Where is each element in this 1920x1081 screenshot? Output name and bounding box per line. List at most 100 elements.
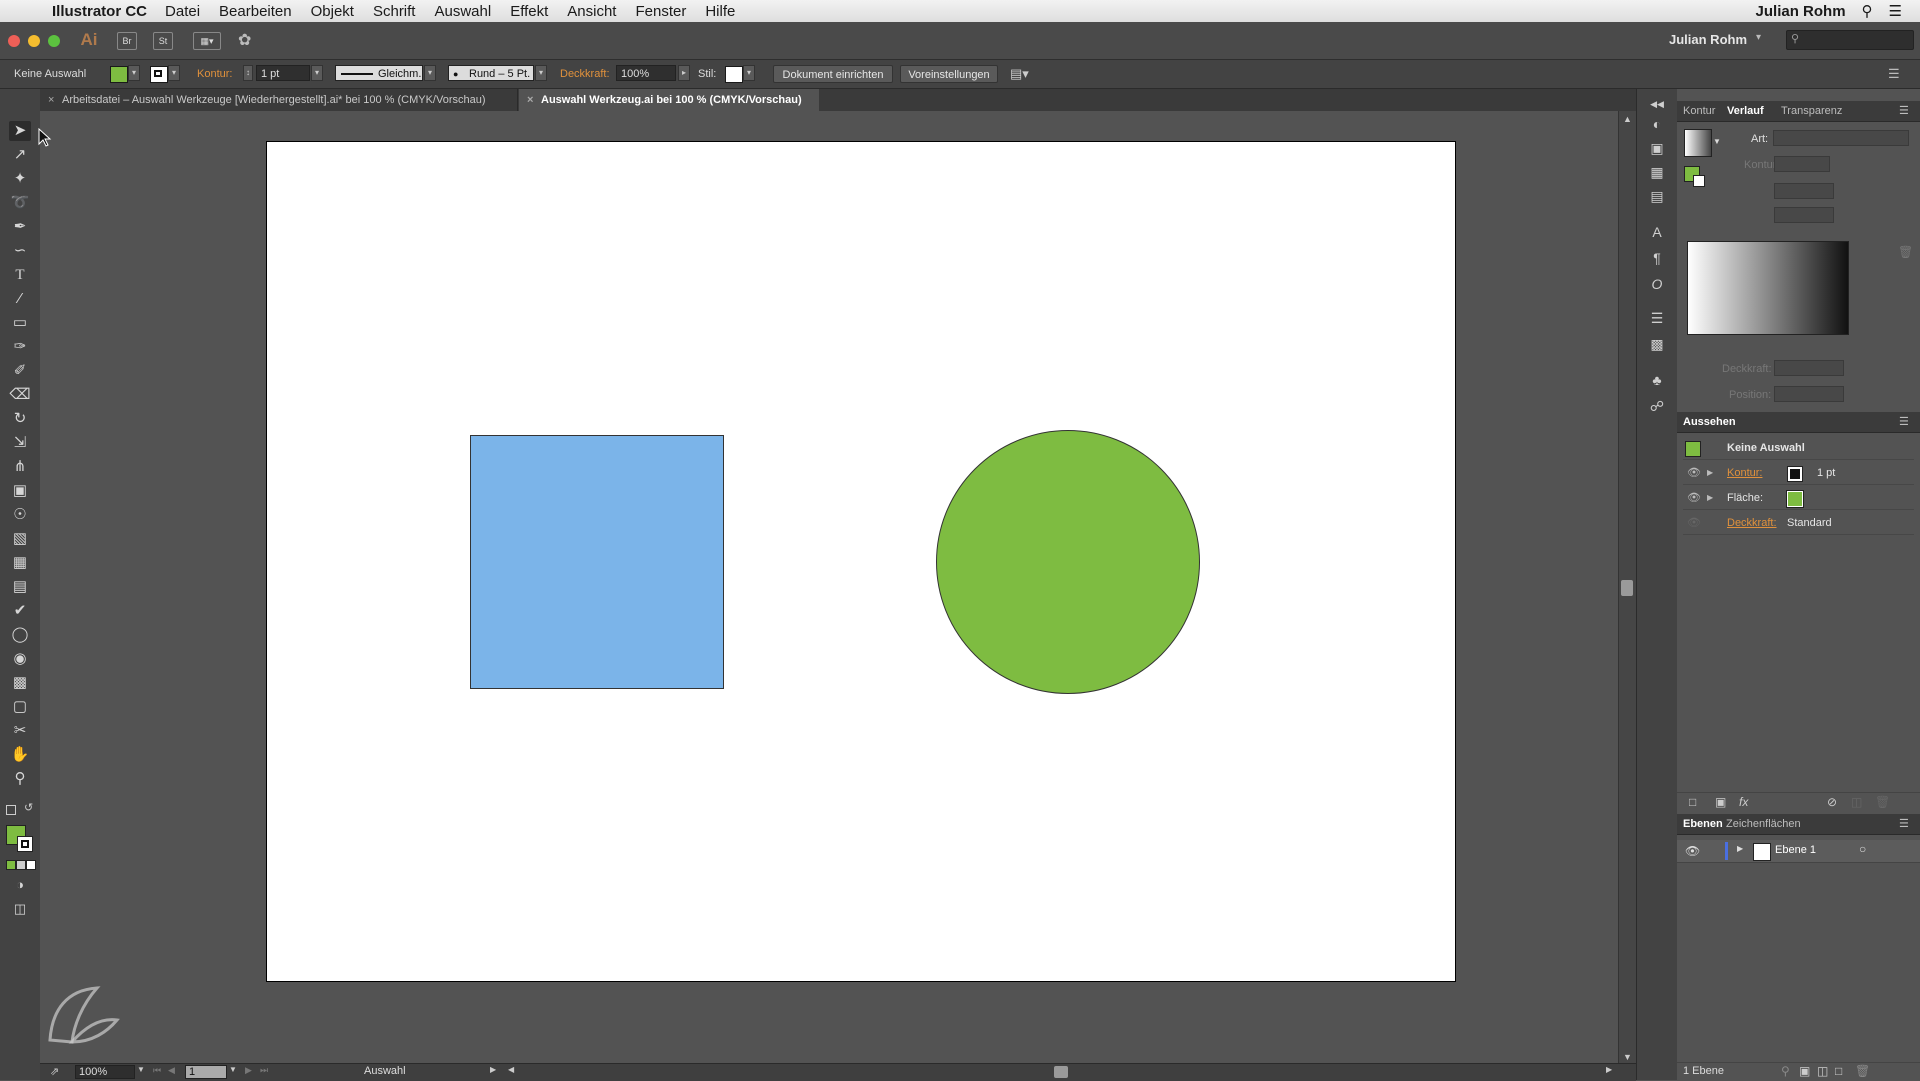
fill-swatch[interactable] — [110, 66, 128, 83]
new-sublayer-icon[interactable]: ◫ — [1817, 1064, 1828, 1078]
status-menu-arrow-icon[interactable]: ▶ — [490, 1065, 496, 1074]
perspective-grid-tool-icon[interactable]: ▧ — [9, 529, 31, 549]
layer-row[interactable]: 👁 ▶ Ebene 1 ○ — [1677, 840, 1920, 863]
graphic-style-swatch[interactable] — [725, 66, 743, 83]
artboard-tool-icon[interactable]: ▢ — [9, 697, 31, 717]
first-artboard-icon[interactable]: ⏮ — [153, 1065, 161, 1076]
menu-hilfe[interactable]: Hilfe — [705, 3, 735, 20]
brushes-panel-icon[interactable]: ▤ — [1647, 187, 1667, 205]
menu-ansicht[interactable]: Ansicht — [567, 3, 616, 20]
stock-button[interactable]: St — [153, 32, 173, 50]
share-icon[interactable]: ⇗ — [50, 1065, 59, 1078]
horizontal-scroll-thumb[interactable] — [1054, 1066, 1068, 1078]
expand-arrow-icon[interactable]: ▶ — [1707, 462, 1713, 484]
workspace-switcher[interactable]: Julian Rohm — [1669, 32, 1747, 47]
line-segment-tool-icon[interactable]: ⁄ — [9, 289, 31, 309]
swatches-panel-icon[interactable]: ▦ — [1647, 163, 1667, 181]
expand-arrow-icon[interactable]: ▶ — [1707, 487, 1713, 509]
appearance-opacity-label[interactable]: Deckkraft: — [1727, 512, 1777, 534]
slice-tool-icon[interactable]: ✂ — [9, 721, 31, 741]
tab-ebenen[interactable]: Ebenen — [1683, 814, 1723, 834]
current-tool-status[interactable]: Auswahl — [364, 1065, 406, 1077]
gradient-aspect-field[interactable] — [1774, 207, 1834, 223]
free-transform-tool-icon[interactable]: ▣ — [9, 481, 31, 501]
gradient-slider[interactable] — [1687, 241, 1849, 335]
visibility-eye-icon[interactable]: 👁 — [1687, 512, 1701, 534]
color-guide-icon[interactable]: ▣ — [1647, 139, 1667, 157]
gradient-position-field[interactable] — [1774, 386, 1844, 402]
panel-menu-icon[interactable]: ☰ — [1888, 66, 1900, 82]
scroll-up-icon[interactable]: ▲ — [1623, 114, 1632, 124]
pen-tool-icon[interactable]: ✒ — [9, 217, 31, 237]
app-menu[interactable]: Illustrator CC — [52, 3, 147, 20]
magic-wand-tool-icon[interactable]: ✦ — [9, 169, 31, 189]
color-mode-icon[interactable] — [6, 860, 16, 870]
shape-builder-tool-icon[interactable]: ☉ — [9, 505, 31, 525]
visibility-eye-icon[interactable]: 👁 — [1685, 844, 1700, 858]
direct-selection-tool-icon[interactable]: ↗ — [9, 145, 31, 165]
close-tab-icon[interactable]: × — [527, 89, 533, 111]
rotate-tool-icon[interactable]: ↻ — [9, 409, 31, 429]
opacity-field[interactable]: 100% — [616, 65, 676, 81]
character-panel-icon[interactable]: A — [1647, 223, 1667, 241]
appearance-stroke-row[interactable]: 👁 ▶ Kontur: 1 pt — [1683, 462, 1914, 485]
color-panel-icon[interactable]: ◐ — [1647, 115, 1667, 133]
tab-kontur[interactable]: Kontur — [1683, 101, 1715, 121]
collapse-dock-icon[interactable]: ◀◀ — [1647, 95, 1667, 113]
column-graph-tool-icon[interactable]: ▩ — [9, 673, 31, 693]
scroll-right-icon[interactable]: ▶ — [1606, 1065, 1612, 1074]
gradient-tool-icon[interactable]: ▤ — [9, 577, 31, 597]
stroke-weight-field[interactable]: 1 pt — [256, 65, 310, 81]
gradient-stroke-box[interactable] — [1693, 175, 1705, 187]
menu-fenster[interactable]: Fenster — [635, 3, 686, 20]
appearance-fill-swatch[interactable] — [1786, 490, 1804, 508]
delete-stop-icon[interactable]: 🗑 — [1898, 245, 1913, 259]
tab-aussehen[interactable]: Aussehen — [1683, 412, 1736, 432]
artboard-number-field[interactable]: 1 — [185, 1065, 227, 1079]
brush-definition[interactable]: ● Rund – 5 Pt. — [448, 65, 534, 81]
close-tab-icon[interactable]: × — [48, 89, 54, 111]
symbols-panel-icon[interactable]: ♣ — [1647, 371, 1667, 389]
gpu-performance-icon[interactable]: ✿ — [238, 30, 251, 50]
document-setup-button[interactable]: Dokument einrichten — [773, 65, 893, 83]
appearance-opacity-row[interactable]: 👁 Deckkraft: Standard — [1683, 512, 1914, 535]
layer-name[interactable]: Ebene 1 — [1775, 844, 1816, 856]
arrange-documents-icon[interactable]: ▦▾ — [193, 32, 221, 50]
appearance-opacity-value[interactable]: Standard — [1787, 512, 1832, 534]
layer-target-icon[interactable]: ○ — [1859, 842, 1866, 856]
tab-verlauf[interactable]: Verlauf — [1727, 101, 1764, 121]
opacity-label[interactable]: Deckkraft: — [560, 66, 610, 82]
curvature-tool-icon[interactable]: ∽ — [9, 241, 31, 261]
zoom-level-field[interactable]: 100% — [75, 1065, 135, 1079]
menu-bearbeiten[interactable]: Bearbeiten — [219, 3, 292, 20]
expand-arrow-icon[interactable]: ▶ — [1737, 844, 1743, 853]
artboard-dropdown-icon[interactable]: ▼ — [229, 1065, 237, 1074]
appearance-stroke-value[interactable]: 1 pt — [1817, 462, 1835, 484]
locate-object-icon[interactable]: ⚲ — [1781, 1064, 1790, 1078]
scroll-left-icon[interactable]: ◀ — [508, 1065, 514, 1074]
workspace-dropdown-icon[interactable]: ▾ — [1756, 32, 1761, 43]
none-mode-icon[interactable] — [26, 860, 36, 870]
tab-zeichenflaechen[interactable]: Zeichenflächen — [1726, 814, 1801, 834]
scroll-down-icon[interactable]: ▼ — [1623, 1052, 1632, 1062]
duplicate-item-icon[interactable]: ◫ — [1851, 795, 1862, 809]
appearance-stroke-label[interactable]: Kontur: — [1727, 462, 1762, 484]
menu-schrift[interactable]: Schrift — [373, 3, 416, 20]
profile-dropdown[interactable]: ▾ — [424, 65, 436, 81]
paragraph-panel-icon[interactable]: ¶ — [1647, 249, 1667, 267]
eraser-tool-icon[interactable]: ⌫ — [9, 385, 31, 405]
green-circle[interactable] — [936, 430, 1200, 694]
add-fill-icon[interactable]: ▣ — [1715, 795, 1726, 809]
stroke-dropdown[interactable]: ▾ — [168, 65, 180, 81]
visibility-eye-icon[interactable]: 👁 — [1687, 487, 1701, 509]
menubar-user[interactable]: Julian Rohm — [1756, 3, 1846, 20]
stroke-swatch[interactable] — [150, 66, 168, 83]
graphic-style-dropdown[interactable]: ▾ — [743, 65, 755, 81]
spotlight-search-icon[interactable]: ⚲ — [1862, 2, 1873, 20]
panel-options-icon[interactable]: ☰ — [1899, 412, 1909, 432]
add-stroke-icon[interactable]: □ — [1689, 795, 1696, 809]
gradient-angle-field[interactable] — [1774, 183, 1834, 199]
notification-center-icon[interactable]: ☰ — [1889, 2, 1902, 20]
gradient-mode-icon[interactable] — [16, 860, 26, 870]
artboard[interactable] — [266, 141, 1456, 982]
